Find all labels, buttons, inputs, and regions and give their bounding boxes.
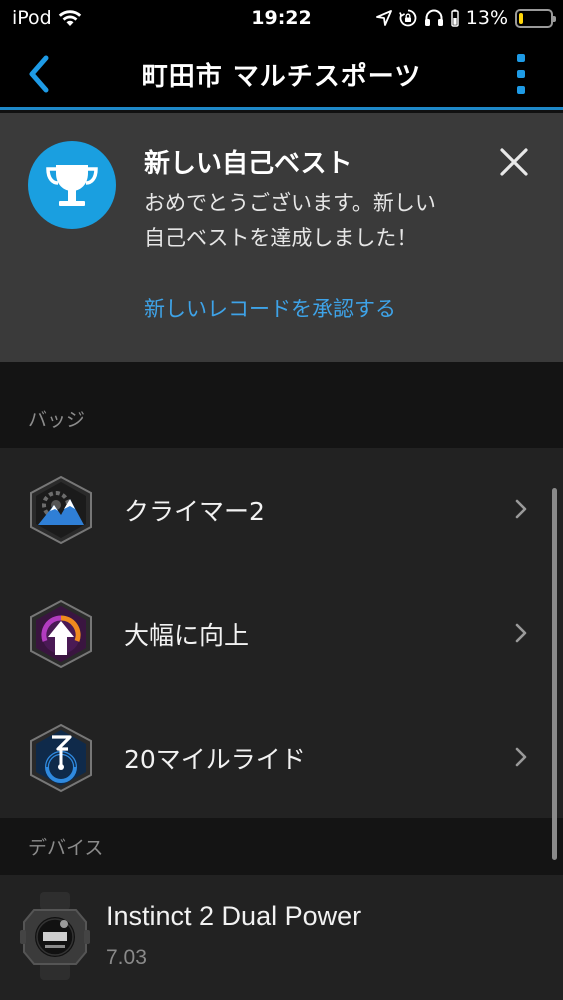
- card-message: おめでとうございます。新しい自己ベストを達成しました！: [144, 191, 436, 250]
- rotation-lock-icon: [398, 9, 417, 27]
- 20-mile-ride-badge-icon: [28, 723, 94, 793]
- climber-badge-icon: [28, 475, 94, 545]
- status-right: 13%: [375, 7, 556, 29]
- badges-section-header: バッジ: [0, 362, 563, 448]
- chevron-right-icon: [515, 623, 527, 643]
- big-improvement-badge-icon: [28, 599, 94, 669]
- badge-row-big-improvement[interactable]: 大幅に向上: [0, 572, 548, 696]
- device-version: 7.03: [106, 946, 147, 969]
- battery-icon: [515, 8, 556, 28]
- personal-record-card: 新しい自己ベスト おめでとうございます。新しい自己ベストを達成しました！ 新しい…: [0, 113, 563, 362]
- navigation-bar: 町田市 マルチスポーツ: [0, 38, 563, 110]
- chevron-right-icon: [515, 747, 527, 767]
- badge-label: 20マイルライド: [124, 745, 306, 774]
- close-button[interactable]: [499, 147, 529, 177]
- trophy-icon: [28, 141, 116, 229]
- headphone-battery-icon: [451, 9, 459, 27]
- badge-label: 大幅に向上: [124, 621, 250, 650]
- badge-row-20-mile-ride[interactable]: 20マイルライド: [0, 696, 548, 820]
- more-dot: [517, 70, 525, 78]
- status-bar: iPod 19:22 13%: [0, 0, 563, 38]
- devices-section-header: デバイス: [0, 818, 563, 875]
- card-title: 新しい自己ベスト: [144, 149, 353, 179]
- close-icon: [500, 148, 528, 176]
- more-dot: [517, 54, 525, 62]
- badge-row-climber[interactable]: クライマー2: [0, 448, 548, 572]
- watch-icon: [20, 892, 90, 980]
- badges-header-label: バッジ: [28, 409, 86, 431]
- devices-header-label: デバイス: [28, 837, 104, 859]
- battery-level-fill: [519, 12, 524, 24]
- acknowledge-record-link[interactable]: 新しいレコードを承認する: [144, 293, 396, 323]
- badge-list: クライマー2 大幅に向上 20マイルライド: [0, 448, 563, 818]
- battery-percent: 13%: [465, 7, 508, 29]
- chevron-right-icon: [515, 499, 527, 519]
- page-title: 町田市 マルチスポーツ: [141, 62, 422, 92]
- location-arrow-icon: [375, 10, 392, 26]
- device-name: Instinct 2 Dual Power: [106, 901, 362, 931]
- badge-label: クライマー2: [124, 497, 265, 526]
- scrollbar[interactable]: [552, 488, 557, 860]
- more-options-button[interactable]: [515, 54, 527, 94]
- headphones-icon: [424, 9, 443, 26]
- device-row[interactable]: Instinct 2 Dual Power 7.03: [0, 875, 563, 1000]
- more-dot: [517, 86, 525, 94]
